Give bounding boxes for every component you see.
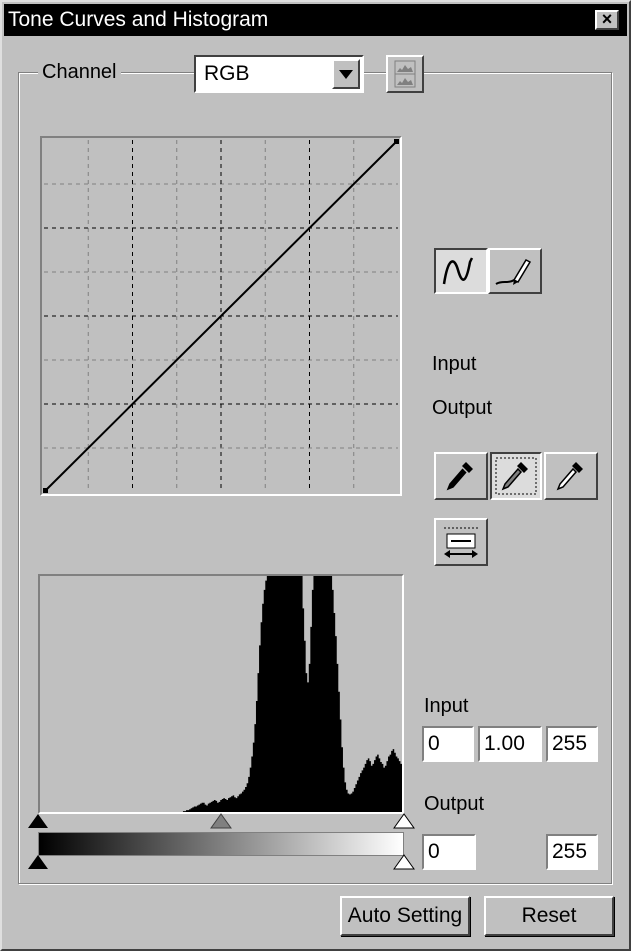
- tone-curve-graph[interactable]: [42, 138, 400, 494]
- auto-range-icon: [444, 527, 478, 558]
- eyedropper-black-icon: [446, 462, 473, 491]
- input-black-field[interactable]: 0: [422, 726, 474, 762]
- channel-selected-value: RGB: [204, 62, 250, 85]
- channel-label: Channel: [38, 60, 121, 84]
- output-gradient-bar: [38, 832, 404, 856]
- input-white-point-slider[interactable]: [393, 813, 415, 829]
- chevron-down-icon[interactable]: [332, 59, 360, 89]
- histogram-icon: [394, 60, 416, 88]
- window-title: Tone Curves and Histogram: [8, 8, 269, 31]
- output-white-field[interactable]: 255: [546, 834, 598, 870]
- tone-curve-panel: [40, 136, 402, 496]
- curve-point-end[interactable]: [394, 139, 399, 144]
- output-white-point-slider[interactable]: [393, 854, 415, 870]
- histogram-graph: [40, 576, 402, 812]
- output-black-point-slider[interactable]: [28, 855, 48, 869]
- pencil-tool-button[interactable]: [488, 248, 542, 294]
- white-point-eyedropper-button[interactable]: [544, 452, 598, 500]
- levels-input-label: Input: [424, 695, 469, 717]
- eyedropper-gray-icon: [495, 457, 537, 495]
- close-button[interactable]: ×: [595, 10, 619, 30]
- black-point-eyedropper-button[interactable]: [434, 452, 488, 500]
- auto-range-button[interactable]: [434, 518, 488, 566]
- levels-output-label: Output: [424, 793, 485, 815]
- auto-setting-button[interactable]: Auto Setting: [340, 896, 470, 936]
- input-gamma-field[interactable]: 1.00: [478, 726, 542, 762]
- input-black-point-slider[interactable]: [28, 814, 48, 828]
- output-black-field[interactable]: 0: [422, 834, 476, 870]
- output-slider-track[interactable]: [26, 854, 416, 872]
- histogram-toggle-button[interactable]: [386, 55, 424, 93]
- reset-button[interactable]: Reset: [484, 896, 614, 936]
- curve-input-readout-label: Input: [432, 353, 477, 375]
- curve-tool-button[interactable]: [434, 248, 488, 294]
- input-white-field[interactable]: 255: [546, 726, 598, 762]
- curve-icon: [442, 257, 474, 285]
- histogram-bars: [40, 576, 402, 812]
- input-slider-track[interactable]: [26, 812, 416, 832]
- gray-point-eyedropper-button[interactable]: [490, 452, 542, 500]
- channel-select[interactable]: RGB: [194, 55, 364, 93]
- curve-output-readout-label: Output: [432, 397, 493, 419]
- close-icon: ×: [601, 9, 613, 29]
- eyedropper-white-icon: [556, 462, 583, 491]
- curve-point-start[interactable]: [43, 488, 48, 493]
- pencil-icon: [495, 259, 532, 285]
- input-gamma-slider[interactable]: [210, 813, 232, 829]
- histogram-panel: [38, 574, 404, 814]
- title-bar: Tone Curves and Histogram ×: [4, 4, 627, 36]
